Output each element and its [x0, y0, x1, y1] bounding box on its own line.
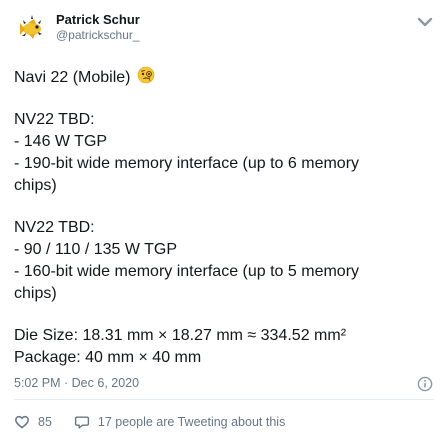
- block2-memory-line2: chips): [14, 285, 57, 302]
- block1-memory-line1: - 190-bit wide memory interface (up to 6…: [14, 155, 360, 172]
- tweet-card: Patrick Schur @patrickschur_ Navi 22 (Mo…: [0, 0, 448, 448]
- block1-heading: NV22 TBD:: [14, 111, 95, 128]
- package-line: Package: 40 mm × 40 mm: [14, 349, 202, 366]
- like-button[interactable]: 85: [14, 414, 52, 430]
- heart-icon: [15, 415, 29, 429]
- tweet-title-line: Navi 22 (Mobile): [14, 66, 434, 89]
- tweet-text: Navi 22 (Mobile) NV22 TBD: - 146 W TGP -…: [14, 66, 434, 369]
- chevron-down-icon[interactable]: [417, 16, 433, 28]
- tweet-footer: 85 17 people are Tweeting about this: [14, 413, 285, 431]
- tweet-timestamp[interactable]: 5:02 PM · Dec 6, 2020: [14, 376, 139, 390]
- author-handle[interactable]: @patrickschur_: [56, 28, 140, 42]
- avatar-fish-emblem-icon: [14, 10, 50, 46]
- conversation-link[interactable]: 17 people are Tweeting about this: [74, 414, 285, 430]
- block1-tgp: - 146 W TGP: [14, 133, 108, 150]
- tweet-title-text: Navi 22 (Mobile): [14, 69, 131, 86]
- face-with-monocle-emoji-icon: [137, 66, 155, 84]
- block2-heading: NV22 TBD:: [14, 219, 95, 236]
- comment-icon: [74, 416, 90, 429]
- like-count: 85: [38, 415, 52, 429]
- block1-memory-line2: chips): [14, 177, 57, 194]
- info-icon[interactable]: [417, 376, 433, 392]
- block2-memory-line1: - 160-bit wide memory interface (up to 5…: [14, 263, 360, 280]
- divider: [14, 399, 434, 400]
- author-name[interactable]: Patrick Schur: [56, 12, 140, 27]
- die-size-line: Die Size: 18.31 mm × 18.27 mm ≈ 334.52 m…: [14, 327, 347, 344]
- avatar[interactable]: [14, 10, 50, 46]
- block2-tgp: - 90 / 110 / 135 W TGP: [14, 241, 178, 258]
- conversation-text: 17 people are Tweeting about this: [97, 415, 286, 429]
